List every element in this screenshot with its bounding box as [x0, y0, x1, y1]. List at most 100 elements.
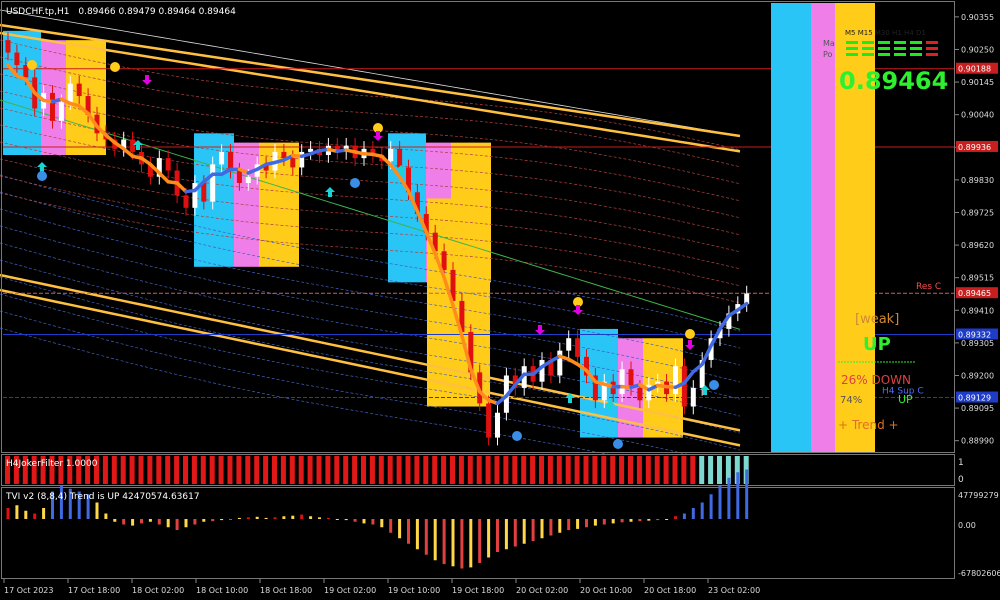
- timeframe-signal-cell: [910, 41, 922, 44]
- candle-bear: [50, 92, 55, 121]
- joker-filter-bar: [120, 456, 126, 484]
- tvi-bar: [300, 514, 304, 519]
- candle-bear: [183, 195, 189, 208]
- strength-label: [weak]: [855, 312, 899, 327]
- tvi-bar: [148, 519, 152, 522]
- signal-dot-icon: [37, 171, 47, 181]
- joker-filter-title: H4JokerFilter 1.0000: [6, 459, 98, 469]
- tvi-bar: [665, 519, 669, 520]
- tvi-bar: [487, 519, 491, 558]
- up-small-label: UP: [898, 393, 913, 406]
- candle-bull: [495, 412, 500, 438]
- tvi-bar: [122, 519, 126, 525]
- timeframe-signal-cell: [846, 53, 858, 56]
- signal-dot-icon: [110, 62, 120, 72]
- tvi-bar: [700, 502, 704, 519]
- percent-up-label: 74%: [840, 395, 862, 406]
- tvi-bar: [567, 519, 571, 530]
- joker-filter-bar: [191, 456, 197, 484]
- tvi-bar: [522, 519, 526, 544]
- candle-bull: [210, 164, 216, 202]
- joker-filter-bar: [227, 456, 233, 484]
- tvi-bar: [202, 519, 206, 522]
- time-tick-label: 18 Oct 02:00: [132, 586, 184, 595]
- candle-bear: [5, 40, 11, 53]
- joker-filter-bar: [539, 456, 544, 484]
- joker-filter-bar: [574, 456, 580, 484]
- tvi-bar: [407, 519, 410, 544]
- candle-bull: [557, 350, 563, 376]
- signal-dot-icon: [613, 439, 623, 449]
- joker-filter-bar: [396, 456, 402, 484]
- candle-bull: [388, 148, 394, 162]
- tvi-bar: [682, 513, 686, 519]
- price-label-text: 0.89936: [958, 143, 991, 152]
- candle-bear: [14, 52, 20, 65]
- joker-filter-bar: [343, 456, 349, 484]
- signal-dot-icon: [27, 60, 37, 70]
- joker-filter-bar: [209, 456, 215, 484]
- joker-filter-bar: [218, 456, 224, 484]
- joker-filter-bar: [405, 456, 411, 484]
- tvi-bar: [478, 519, 482, 563]
- joker-filter-bar: [441, 456, 447, 484]
- timeframe-signal-cell: [878, 47, 890, 50]
- candle-bear: [290, 158, 296, 168]
- tvi-bar: [558, 519, 562, 533]
- joker-filter-bar: [654, 456, 660, 484]
- candle-bull: [219, 151, 225, 165]
- candle-bear: [76, 83, 82, 97]
- timeframe-signal-cell: [910, 53, 922, 56]
- timeframe-signal-cell: [926, 53, 938, 56]
- joker-filter-bar: [325, 456, 331, 484]
- joker-filter-bar: [423, 456, 429, 484]
- joker-filter-bar: [717, 456, 722, 484]
- joker-filter-bar: [672, 456, 678, 484]
- joker-filter-bar: [245, 456, 251, 484]
- tvi-bar: [415, 519, 419, 550]
- joker-filter-bar: [530, 456, 536, 484]
- joker-filter-bar: [619, 456, 625, 484]
- joker-filter-bar: [263, 456, 269, 484]
- timeframe-signal-cell: [894, 53, 906, 56]
- signal-dot-icon: [350, 178, 360, 188]
- tvi-bar: [709, 494, 713, 519]
- price-label-text: 0.90188: [958, 65, 991, 74]
- tvi-bar: [469, 519, 473, 568]
- tvi-bar: [727, 477, 731, 519]
- tvi-bar: [291, 515, 295, 519]
- price-tick-label: 0.89410: [961, 306, 994, 315]
- candle-bear: [236, 170, 242, 183]
- tvi-scale-top: 47799279: [958, 491, 999, 500]
- joker-filter-bar: [450, 456, 455, 484]
- time-tick-label: 20 Oct 10:00: [580, 586, 632, 595]
- side-column-pink: [811, 3, 835, 452]
- joker-filter-bar: [352, 456, 358, 484]
- tvi-bar: [113, 519, 117, 522]
- joker-filter-bar: [583, 456, 589, 484]
- time-tick-label: 19 Oct 10:00: [388, 586, 440, 595]
- tvi-bar: [6, 508, 10, 519]
- joker-filter-bar: [361, 456, 366, 484]
- joker-filter-bar: [521, 456, 527, 484]
- tvi-bar: [131, 519, 135, 526]
- tvi-bar: [309, 516, 313, 519]
- tvi-title: TVI v2 (8,8,4) Trend is UP 42470574.6361…: [5, 492, 200, 502]
- tvi-bar: [326, 517, 330, 519]
- candle-bear: [165, 158, 171, 171]
- mt4-chart-window[interactable]: D1 ResH4 ResRes CH1 SupH4 Sup C M5 M15 M…: [0, 0, 1000, 600]
- tvi-bar: [282, 516, 286, 519]
- zone-box-cyan: [388, 133, 426, 283]
- joker-filter-bar: [699, 456, 705, 484]
- joker-filter-bar: [610, 456, 616, 484]
- tvi-scale-zero: 0.00: [958, 521, 976, 530]
- timeframe-signal-cell: [862, 47, 874, 50]
- timeframe-signal-cell: [910, 47, 922, 50]
- tvi-bar: [460, 519, 464, 569]
- tvi-bar: [157, 519, 161, 525]
- tvi-bar: [540, 519, 544, 539]
- price-tick-label: 0.89725: [961, 208, 994, 217]
- timeframe-signal-cell: [878, 41, 890, 44]
- joker-filter-bar: [512, 456, 518, 484]
- joker-filter-bar: [663, 456, 669, 484]
